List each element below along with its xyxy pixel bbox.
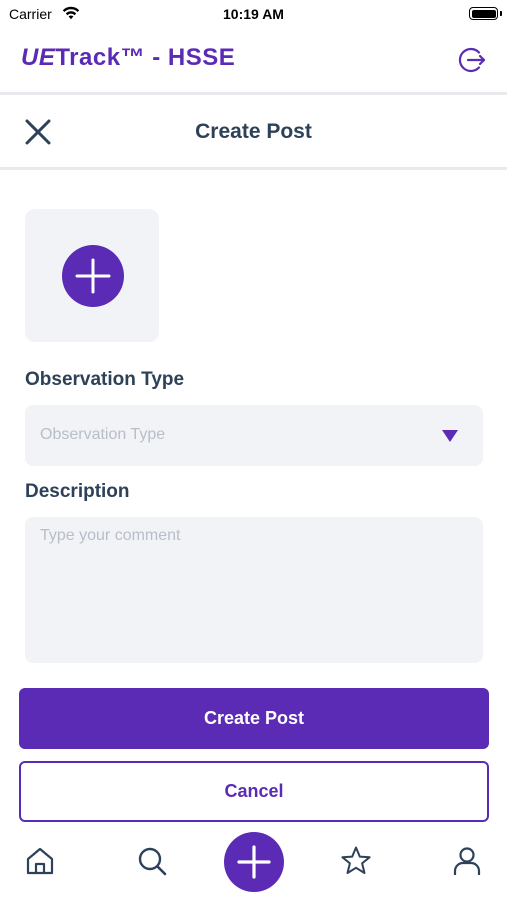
app-title-brand: UE bbox=[21, 44, 56, 71]
plus-icon bbox=[237, 845, 271, 879]
add-post-tab[interactable] bbox=[224, 832, 284, 892]
observation-type-placeholder: Observation Type bbox=[40, 426, 166, 443]
caret-down-icon bbox=[442, 430, 458, 442]
app-header: UETrack™ - HSSE bbox=[0, 28, 507, 95]
cancel-button[interactable]: Cancel bbox=[19, 761, 489, 822]
description-label: Description bbox=[25, 481, 130, 502]
create-post-button[interactable]: Create Post bbox=[19, 688, 489, 749]
logout-icon[interactable] bbox=[456, 44, 488, 76]
description-textarea[interactable]: Type your comment bbox=[25, 517, 483, 663]
app-title-rest: Track™ - HSSE bbox=[55, 44, 236, 71]
battery-icon bbox=[469, 7, 498, 20]
add-media-button[interactable] bbox=[62, 245, 124, 307]
app-title: UETrack™ - HSSE bbox=[21, 44, 235, 72]
page-title: Create Post bbox=[195, 120, 312, 143]
status-time: 10:19 AM bbox=[223, 6, 284, 22]
description-placeholder: Type your comment bbox=[40, 527, 181, 544]
screen-header: Create Post bbox=[0, 98, 507, 170]
home-icon[interactable] bbox=[23, 844, 57, 878]
observation-type-label: Observation Type bbox=[25, 369, 185, 390]
status-bar: Carrier 10:19 AM bbox=[0, 0, 507, 28]
media-upload-tile[interactable] bbox=[25, 209, 159, 342]
star-icon[interactable] bbox=[339, 844, 373, 878]
plus-icon bbox=[75, 258, 111, 294]
battery-cap bbox=[500, 11, 502, 16]
search-icon[interactable] bbox=[135, 844, 169, 878]
observation-type-select[interactable]: Observation Type bbox=[25, 405, 483, 466]
tab-bar bbox=[0, 828, 507, 900]
user-icon[interactable] bbox=[450, 844, 484, 878]
